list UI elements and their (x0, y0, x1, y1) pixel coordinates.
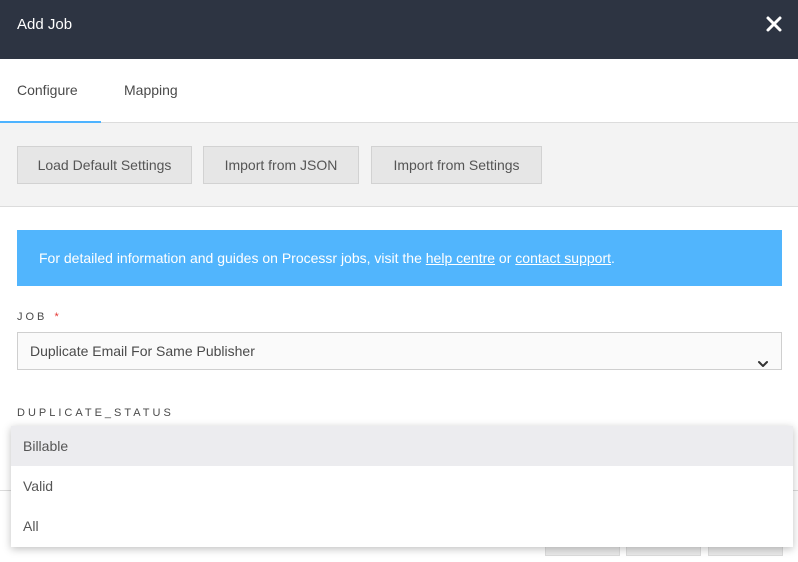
dropdown-option-valid[interactable]: Valid (11, 466, 793, 506)
contact-support-link[interactable]: contact support (515, 250, 611, 266)
tab-bar: Configure Mapping (0, 59, 798, 123)
tab-configure[interactable]: Configure (0, 59, 101, 123)
duplicate-status-label: DUPLICATE_STATUS (17, 407, 174, 419)
required-marker: * (54, 311, 59, 323)
close-icon[interactable] (764, 13, 784, 35)
info-banner: For detailed information and guides on P… (17, 230, 782, 286)
settings-toolbar: Load Default Settings Import from JSON I… (0, 123, 798, 207)
import-from-settings-button[interactable]: Import from Settings (371, 146, 542, 184)
job-select-value: Duplicate Email For Same Publisher (30, 343, 255, 359)
footer-button[interactable] (626, 546, 701, 556)
import-from-json-button[interactable]: Import from JSON (203, 146, 359, 184)
help-centre-link[interactable]: help centre (426, 250, 495, 266)
tab-mapping-label: Mapping (124, 82, 178, 98)
modal-header: Add Job (0, 0, 798, 59)
job-select[interactable]: Duplicate Email For Same Publisher (17, 332, 782, 370)
chevron-down-icon (757, 346, 769, 367)
tab-configure-label: Configure (17, 82, 78, 98)
info-text-after: . (611, 250, 615, 266)
info-text-mid: or (495, 250, 516, 266)
modal-title: Add Job (17, 16, 73, 33)
tab-mapping[interactable]: Mapping (124, 59, 178, 123)
load-default-settings-button[interactable]: Load Default Settings (17, 146, 192, 184)
job-label: JOB * (17, 311, 59, 323)
dropdown-option-all[interactable]: All (11, 506, 793, 546)
dropdown-option-billable[interactable]: Billable (11, 426, 793, 466)
footer-button[interactable] (545, 546, 620, 556)
duplicate-status-dropdown: Billable Valid All (11, 426, 793, 547)
job-label-text: JOB (17, 311, 48, 323)
footer-button[interactable] (708, 546, 783, 556)
info-text-before: For detailed information and guides on P… (39, 250, 426, 266)
